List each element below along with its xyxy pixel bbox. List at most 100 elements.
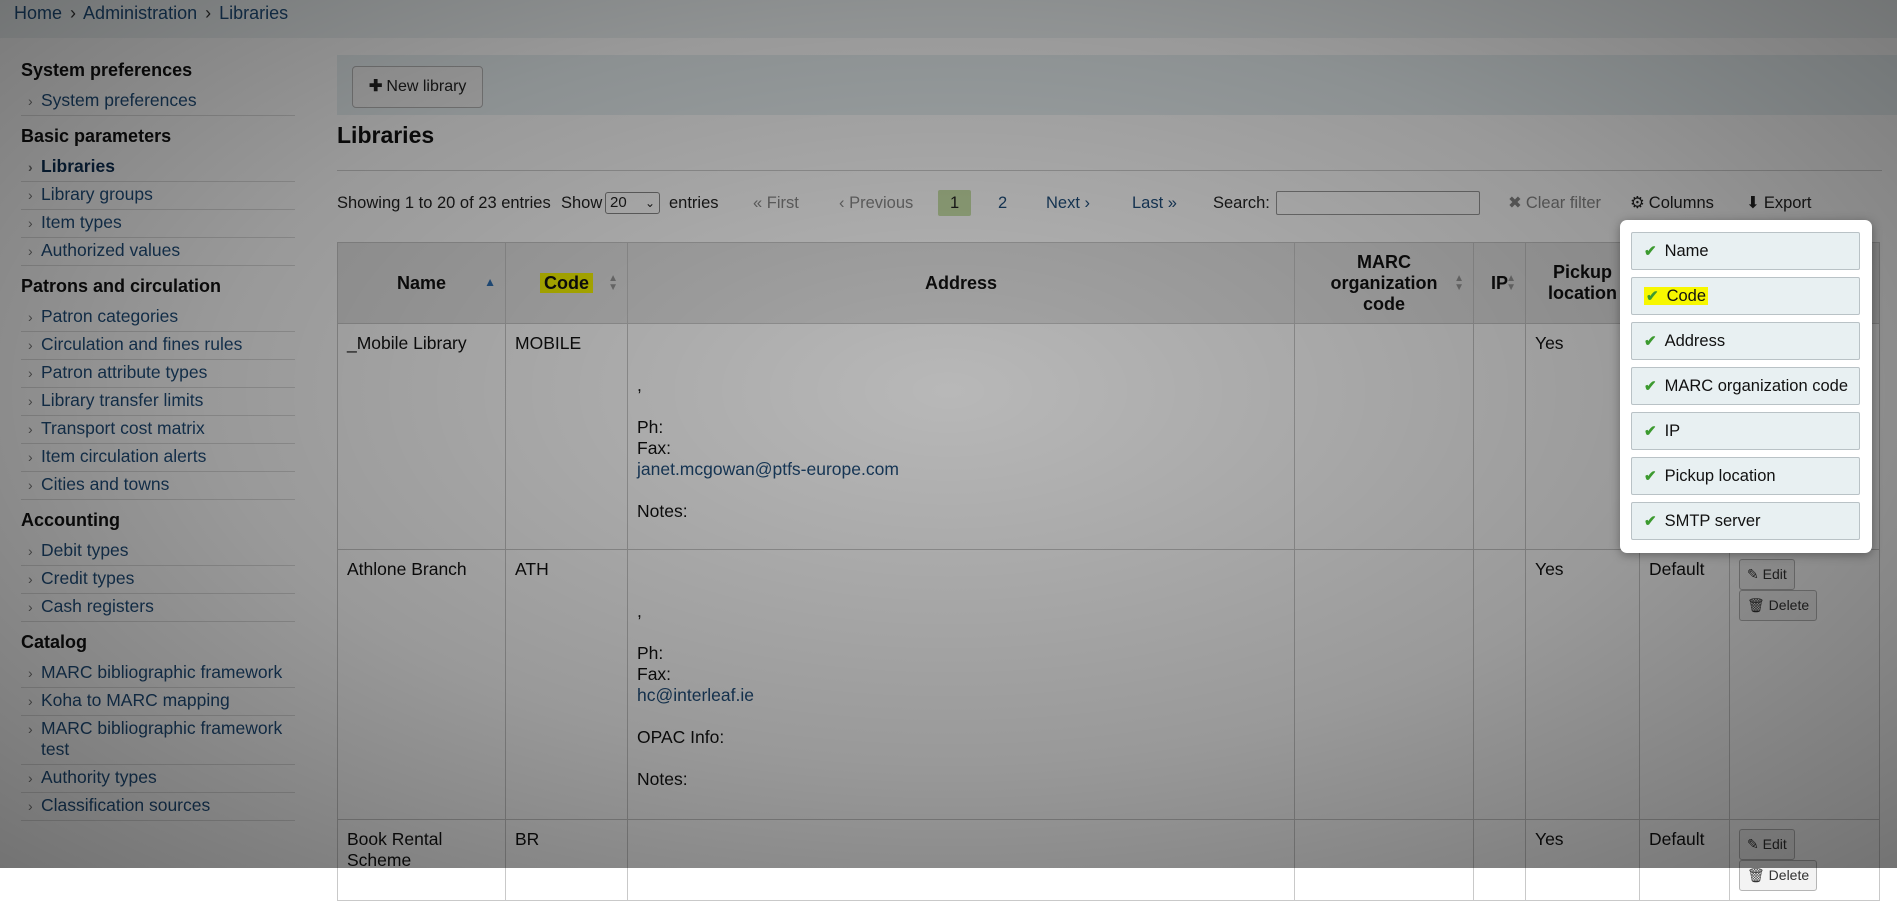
- check-icon: ✔: [1646, 288, 1659, 305]
- check-icon: ✔: [1644, 243, 1657, 260]
- column-header-code[interactable]: Code ▲ ▼: [505, 242, 628, 324]
- sort-icon: ▲ ▼: [608, 273, 618, 293]
- pagination-last[interactable]: Last »: [1132, 190, 1177, 216]
- columns-button[interactable]: ⚙ Columns: [1630, 190, 1714, 216]
- sidebar-item-marc-framework[interactable]: MARC bibliographic framework: [21, 660, 295, 688]
- email-link[interactable]: hc@interleaf.ie: [637, 685, 1285, 706]
- download-icon: ⬇: [1746, 194, 1760, 212]
- pagination-page-2[interactable]: 2: [998, 190, 1007, 216]
- column-header-name[interactable]: Name ▲: [337, 242, 506, 324]
- cell-name: _Mobile Library: [337, 323, 506, 550]
- cell-smtp: Default: [1639, 549, 1730, 820]
- breadcrumb-current[interactable]: Libraries: [219, 3, 288, 23]
- sidebar-heading: System preferences: [21, 60, 193, 80]
- breadcrumb-home[interactable]: Home: [14, 3, 62, 23]
- plus-icon: ✚: [369, 78, 383, 95]
- sort-ascending-icon: ▲: [484, 275, 496, 289]
- cell-name: Athlone Branch: [337, 549, 506, 820]
- page-size-select[interactable]: 20 ⌄: [605, 192, 660, 214]
- sidebar-item-cash-registers[interactable]: Cash registers: [21, 594, 295, 622]
- sidebar-item-item-circulation-alerts[interactable]: Item circulation alerts: [21, 444, 295, 472]
- cell-address: [627, 819, 1295, 901]
- sidebar-item-transport-cost-matrix[interactable]: Transport cost matrix: [21, 416, 295, 444]
- delete-button[interactable]: 🗑 Delete: [1739, 860, 1818, 891]
- breadcrumb-administration[interactable]: Administration: [83, 3, 197, 23]
- sidebar-item-circulation-rules[interactable]: Circulation and fines rules: [21, 332, 295, 360]
- sidebar-item-credit-types[interactable]: Credit types: [21, 566, 295, 594]
- cell-marc-org-code: [1294, 323, 1474, 550]
- column-toggle-code[interactable]: ✔ Code: [1631, 277, 1860, 315]
- sort-icon: ▲ ▼: [1506, 273, 1516, 293]
- columns-label: Columns: [1648, 194, 1714, 212]
- sidebar-item-authorized-values[interactable]: Authorized values: [21, 238, 295, 266]
- column-header-ip[interactable]: IP ▲ ▼: [1473, 242, 1526, 324]
- pagination-previous[interactable]: ‹ Previous: [839, 190, 913, 216]
- cell-marc-org-code: [1294, 549, 1474, 820]
- code-option-highlight: ✔ Code: [1644, 287, 1709, 305]
- cell-pickup-location: Yes: [1525, 819, 1640, 901]
- sidebar-section-basic: Basic parameters Libraries Library group…: [21, 126, 320, 266]
- search-label: Search:: [1213, 194, 1270, 212]
- sidebar-item-library-groups[interactable]: Library groups: [21, 182, 295, 210]
- sidebar-item-library-transfer-limits[interactable]: Library transfer limits: [21, 388, 295, 416]
- cell-ip: [1473, 819, 1526, 901]
- check-icon: ✔: [1644, 423, 1657, 440]
- sidebar-section-accounting: Accounting Debit types Credit types Cash…: [21, 510, 320, 622]
- cell-ip: [1473, 549, 1526, 820]
- breadcrumb: Home › Administration › Libraries: [0, 0, 1897, 38]
- cell-smtp: Default: [1639, 819, 1730, 901]
- clear-filter-button[interactable]: ✖ Clear filter: [1508, 190, 1601, 216]
- sidebar-item-classification-sources[interactable]: Classification sources: [21, 793, 295, 821]
- sidebar-heading: Catalog: [21, 632, 88, 652]
- edit-button[interactable]: ✎ Edit: [1739, 559, 1795, 590]
- sort-icon: ▲ ▼: [1454, 273, 1464, 293]
- search-input[interactable]: [1276, 191, 1480, 215]
- divider: [337, 170, 1882, 171]
- sidebar-item-marc-framework-test[interactable]: MARC bibliographic framework test: [21, 716, 295, 765]
- column-header-address[interactable]: Address: [627, 242, 1295, 324]
- sidebar-item-patron-attribute-types[interactable]: Patron attribute types: [21, 360, 295, 388]
- breadcrumb-separator: ›: [70, 3, 77, 23]
- export-button[interactable]: ⬇ Export: [1746, 190, 1812, 216]
- sidebar-item-koha-to-marc[interactable]: Koha to MARC mapping: [21, 688, 295, 716]
- column-header-marc-org-code[interactable]: MARC organization code ▲ ▼: [1294, 242, 1474, 324]
- check-icon: ✔: [1644, 378, 1657, 395]
- cell-code: ATH: [505, 549, 628, 820]
- email-link[interactable]: janet.mcgowan@ptfs-europe.com: [637, 459, 1285, 480]
- close-icon: ✖: [1508, 194, 1522, 212]
- sidebar-item-item-types[interactable]: Item types: [21, 210, 295, 238]
- cell-code: BR: [505, 819, 628, 901]
- cell-name: Book Rental Scheme: [337, 819, 506, 901]
- column-toggle-marc-org-code[interactable]: ✔ MARC organization code: [1631, 367, 1860, 405]
- new-library-button[interactable]: ✚ New library: [352, 66, 484, 108]
- export-label: Export: [1763, 194, 1812, 212]
- sidebar-item-libraries[interactable]: Libraries: [21, 154, 295, 182]
- entries-label: entries: [669, 194, 719, 212]
- cell-marc-org-code: [1294, 819, 1474, 901]
- column-toggle-smtp-server[interactable]: ✔ SMTP server: [1631, 502, 1860, 540]
- pagination-next[interactable]: Next ›: [1046, 190, 1090, 216]
- sidebar-item-system-preferences[interactable]: System preferences: [21, 88, 295, 116]
- cell-ip: [1473, 323, 1526, 550]
- table-row: Athlone Branch ATH , Ph: Fax: hc@interle…: [337, 549, 1880, 820]
- pagination-page-1[interactable]: 1: [938, 190, 972, 216]
- delete-button[interactable]: 🗑 Delete: [1739, 590, 1818, 621]
- column-toggle-ip[interactable]: ✔ IP: [1631, 412, 1860, 450]
- pagination-first[interactable]: « First: [753, 190, 799, 216]
- edit-button[interactable]: ✎ Edit: [1739, 829, 1795, 860]
- sidebar-item-patron-categories[interactable]: Patron categories: [21, 304, 295, 332]
- gear-icon: ⚙: [1630, 194, 1645, 212]
- trash-icon: 🗑: [1747, 597, 1765, 613]
- column-toggle-pickup-location[interactable]: ✔ Pickup location: [1631, 457, 1860, 495]
- sidebar-item-debit-types[interactable]: Debit types: [21, 538, 295, 566]
- pencil-icon: ✎: [1747, 836, 1759, 852]
- cell-code: MOBILE: [505, 323, 628, 550]
- cell-address: , Ph: Fax: hc@interleaf.ie OPAC Info: No…: [627, 549, 1295, 820]
- sidebar-item-cities-and-towns[interactable]: Cities and towns: [21, 472, 295, 500]
- columns-popup: ✔ Name ✔ Code ✔ Address ✔ MARC organization …: [1620, 220, 1872, 553]
- check-icon: ✔: [1644, 468, 1657, 485]
- column-toggle-address[interactable]: ✔ Address: [1631, 322, 1860, 360]
- admin-sidebar: System preferences System preferences Ba…: [0, 38, 320, 868]
- column-toggle-name[interactable]: ✔ Name: [1631, 232, 1860, 270]
- sidebar-item-authority-types[interactable]: Authority types: [21, 765, 295, 793]
